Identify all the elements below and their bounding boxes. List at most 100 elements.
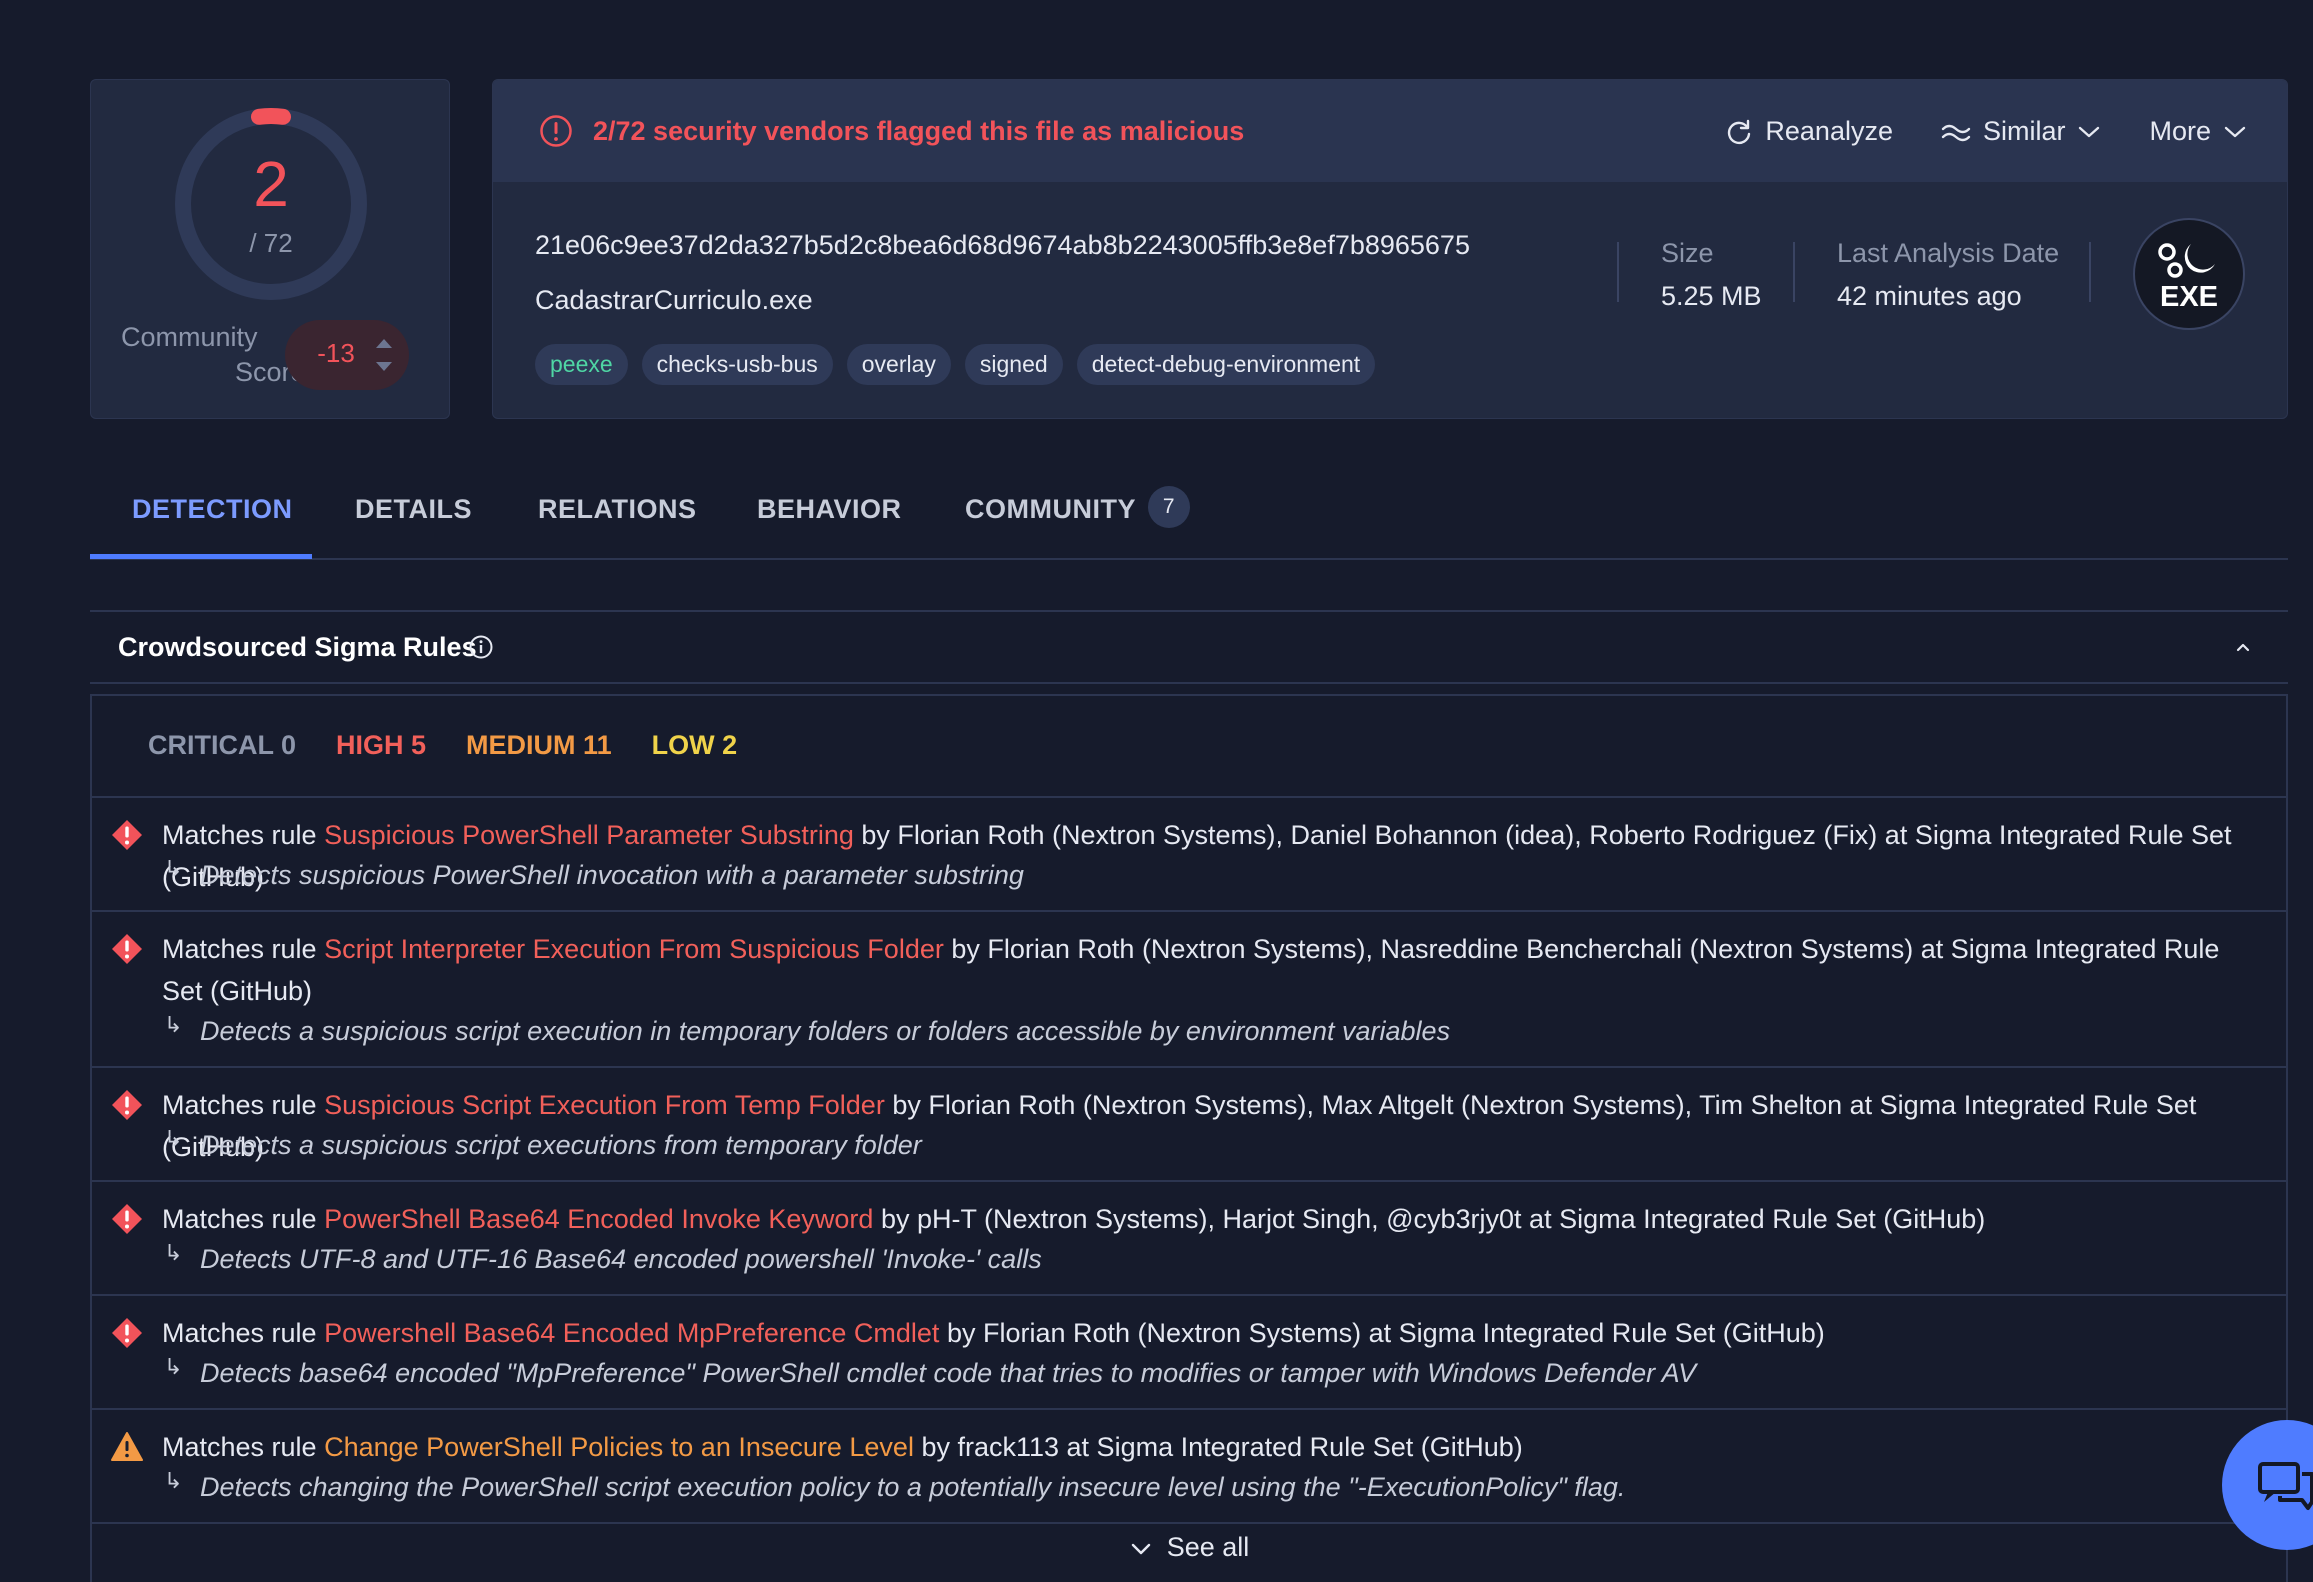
subrule-arrow-icon: ↳	[164, 1012, 183, 1037]
info-icon[interactable]	[468, 634, 494, 660]
chevron-down-icon	[2079, 126, 2100, 137]
subrule-arrow-icon: ↳	[164, 1354, 183, 1379]
alert-circle-icon	[540, 115, 572, 147]
rule-name-link[interactable]: Script Interpreter Execution From Suspic…	[324, 934, 944, 964]
rule-name-link[interactable]: PowerShell Base64 Encoded Invoke Keyword	[324, 1204, 873, 1234]
detection-count: 2	[253, 148, 289, 220]
rule-authors: by Florian Roth (Nextron Systems) at Sig…	[946, 1318, 1825, 1348]
medium-severity-warning-icon	[111, 1432, 143, 1461]
rule-prefix: Matches rule	[162, 1090, 317, 1120]
community-score-pill: -13	[285, 320, 409, 390]
high-severity-icon	[112, 1204, 142, 1234]
subrule-arrow-icon: ↳	[164, 856, 183, 881]
tag-checks-usb-bus[interactable]: checks-usb-bus	[641, 344, 833, 385]
meta-divider	[2089, 242, 2091, 302]
sigma-rule-item: Matches rule Suspicious Script Execution…	[92, 1068, 2286, 1182]
file-tags: peexe checks-usb-bus overlay signed dete…	[535, 344, 1376, 385]
severity-low[interactable]: LOW 2	[652, 730, 738, 761]
high-severity-icon	[112, 1090, 142, 1120]
vote-arrows-icon[interactable]	[373, 332, 395, 378]
detection-banner: 2/72 security vendors flagged this file …	[493, 80, 2287, 182]
rule-name-link[interactable]: Change PowerShell Policies to an Insecur…	[324, 1432, 914, 1462]
high-severity-icon	[112, 934, 142, 964]
tab-community-label: COMMUNITY	[965, 494, 1136, 525]
refresh-icon	[1728, 119, 1751, 144]
meta-divider	[1617, 242, 1619, 302]
sigma-rule-item: Matches rule Script Interpreter Executio…	[92, 912, 2286, 1068]
rule-description: Detects changing the PowerShell script e…	[200, 1472, 1626, 1502]
more-dropdown[interactable]: More	[2149, 116, 2247, 147]
rule-description: Detects UTF-8 and UTF-16 Base64 encoded …	[200, 1244, 1042, 1274]
tag-signed[interactable]: signed	[964, 344, 1063, 385]
subrule-arrow-icon: ↳	[164, 1240, 183, 1265]
file-summary-card: 2/72 security vendors flagged this file …	[492, 79, 2288, 419]
high-severity-icon	[112, 1318, 142, 1348]
rule-prefix: Matches rule	[162, 1204, 317, 1234]
last-analysis-label: Last Analysis Date	[1837, 238, 2060, 268]
reanalyze-button[interactable]: Reanalyze	[1725, 116, 1893, 147]
tag-overlay[interactable]: overlay	[846, 344, 951, 385]
sigma-rule-item: Matches rule PowerShell Base64 Encoded I…	[92, 1182, 2286, 1296]
tab-details[interactable]: DETAILS	[355, 480, 472, 560]
chat-icon	[2258, 1462, 2313, 1510]
rule-authors: by frack113 at Sigma Integrated Rule Set…	[921, 1432, 1523, 1462]
rule-name-link[interactable]: Suspicious PowerShell Parameter Substrin…	[324, 820, 854, 850]
rule-name-link[interactable]: Suspicious Script Execution From Temp Fo…	[324, 1090, 885, 1120]
file-size-label: Size	[1661, 238, 1714, 268]
see-all-label: See all	[1166, 1532, 1250, 1562]
rule-prefix: Matches rule	[162, 1318, 317, 1348]
tab-relations[interactable]: RELATIONS	[538, 480, 697, 560]
file-name: CadastrarCurriculo.exe	[535, 285, 813, 315]
severity-high[interactable]: HIGH 5	[336, 730, 426, 761]
file-type-label: EXE	[2160, 281, 2218, 313]
rule-authors: by pH-T (Nextron Systems), Harjot Singh,…	[880, 1204, 1986, 1234]
chevron-down-icon	[2224, 126, 2246, 137]
sigma-rule-item: Matches rule Suspicious PowerShell Param…	[92, 798, 2286, 912]
rule-description: Detects a suspicious script executions f…	[200, 1130, 922, 1160]
tag-detect-debug-environment[interactable]: detect-debug-environment	[1076, 344, 1376, 385]
high-severity-icon	[112, 820, 142, 850]
last-analysis-value: 42 minutes ago	[1837, 281, 2022, 311]
chevron-up-icon[interactable]	[2232, 636, 2254, 658]
sigma-section-header[interactable]: Crowdsourced Sigma Rules	[90, 610, 2288, 684]
community-score-value: -13	[317, 338, 355, 368]
rule-prefix: Matches rule	[162, 820, 317, 850]
severity-medium[interactable]: MEDIUM 11	[466, 730, 612, 761]
sigma-section-title: Crowdsourced Sigma Rules	[118, 632, 477, 662]
subrule-arrow-icon: ↳	[164, 1468, 183, 1493]
rule-name-link[interactable]: Powershell Base64 Encoded MpPreference C…	[324, 1318, 939, 1348]
tab-behavior[interactable]: BEHAVIOR	[757, 480, 902, 560]
rule-description: Detects a suspicious script execution in…	[200, 1016, 1451, 1046]
tag-peexe[interactable]: peexe	[535, 344, 628, 385]
exe-gears-icon: EXE	[2158, 243, 2218, 313]
rule-text: Matches rule PowerShell Base64 Encoded I…	[162, 1198, 2256, 1240]
last-analysis-date: Last Analysis Date 42 minutes ago	[1837, 238, 2059, 312]
report-tabs: DETECTION DETAILS RELATIONS BEHAVIOR COM…	[90, 480, 2288, 560]
rule-text: Matches rule Powershell Base64 Encoded M…	[162, 1312, 2256, 1354]
detection-total: / 72	[249, 228, 293, 258]
community-count-badge: 7	[1147, 486, 1190, 528]
active-tab-indicator	[90, 554, 312, 559]
file-actions: Reanalyze Similar More	[1725, 116, 2247, 147]
tab-community[interactable]: COMMUNITY 7	[965, 480, 1190, 560]
severity-critical[interactable]: CRITICAL 0	[148, 730, 296, 761]
more-label: More	[2149, 116, 2211, 146]
rule-text: Matches rule Script Interpreter Executio…	[162, 928, 2226, 1012]
sigma-rule-item: Matches rule Powershell Base64 Encoded M…	[92, 1296, 2286, 1410]
rule-text: Matches rule Change PowerShell Policies …	[162, 1426, 2256, 1468]
subrule-arrow-icon: ↳	[164, 1126, 183, 1151]
similar-label: Similar	[1982, 116, 2066, 146]
severity-filter: CRITICAL 0 HIGH 5 MEDIUM 11 LOW 2	[148, 730, 737, 761]
sigma-rules-panel: CRITICAL 0 HIGH 5 MEDIUM 11 LOW 2 Matche…	[90, 694, 2288, 1582]
file-size: Size 5.25 MB	[1661, 238, 1762, 312]
similar-dropdown[interactable]: Similar	[1941, 116, 2102, 147]
file-size-value: 5.25 MB	[1661, 281, 1762, 311]
reanalyze-label: Reanalyze	[1765, 116, 1893, 146]
see-all-button[interactable]: See all	[92, 1532, 2286, 1563]
rule-description: Detects suspicious PowerShell invocation…	[200, 860, 1024, 890]
file-hash[interactable]: 21e06c9ee37d2da327b5d2c8bea6d68d9674ab8b…	[535, 230, 1470, 261]
rule-prefix: Matches rule	[162, 934, 317, 964]
rule-prefix: Matches rule	[162, 1432, 317, 1462]
tab-detection[interactable]: DETECTION	[132, 480, 293, 560]
detection-alert-text: 2/72 security vendors flagged this file …	[593, 116, 1245, 146]
